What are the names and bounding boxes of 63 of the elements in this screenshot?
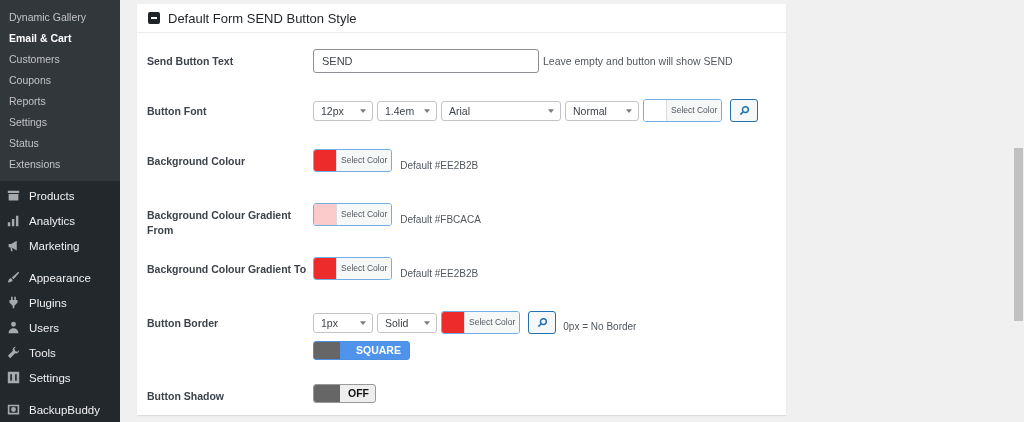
field-label: Send Button Text — [147, 54, 235, 69]
field-label: Button Font — [147, 104, 208, 119]
dropdown[interactable]: 1.4em — [377, 101, 437, 121]
submenu-item[interactable]: Settings — [0, 112, 120, 133]
dropdown[interactable]: 12px — [313, 101, 373, 121]
caret-icon — [424, 321, 430, 325]
color-picker[interactable]: Select Color — [313, 257, 393, 280]
dropdown[interactable]: 1px — [313, 313, 373, 333]
color-picker[interactable]: Select Color — [441, 311, 521, 334]
color-picker[interactable]: Select Color — [643, 99, 723, 122]
submenu-item[interactable]: Email & Cart — [0, 28, 120, 49]
default-note: Default #EE2B2B — [400, 160, 479, 171]
search-button[interactable] — [528, 311, 557, 334]
submenu-item[interactable]: Reports — [0, 91, 120, 112]
menu-item[interactable]: Settings — [29, 371, 71, 384]
field-hint: 0px = No Border — [563, 320, 637, 334]
field-hint: Leave empty and button will show SEND — [543, 54, 733, 69]
caret-icon — [360, 321, 366, 325]
bars-icon — [7, 214, 20, 227]
color-picker[interactable]: Select Color — [313, 203, 393, 226]
menu-item[interactable]: Products — [29, 189, 75, 202]
collapse-icon[interactable] — [148, 12, 160, 24]
submenu-item[interactable]: Customers — [0, 49, 120, 70]
sliders-icon — [7, 371, 20, 384]
dropdown[interactable]: Arial — [441, 101, 561, 121]
submenu-item[interactable]: Extensions — [0, 154, 120, 175]
user-icon — [7, 321, 20, 334]
search-button[interactable] — [730, 99, 759, 122]
default-note: Default #EE2B2B — [400, 268, 479, 279]
caret-icon — [626, 109, 632, 113]
dropdown[interactable]: Solid — [377, 313, 437, 333]
box-icon — [7, 189, 20, 202]
field-label: Button Shadow — [147, 389, 225, 404]
menu-item[interactable]: Plugins — [29, 296, 67, 309]
panel-title: Default Form SEND Button Style — [168, 10, 357, 26]
megaphone-icon — [7, 239, 20, 252]
menu-item[interactable]: Marketing — [29, 239, 80, 252]
wrench-icon — [7, 346, 20, 359]
submenu-item[interactable]: Status — [0, 133, 120, 154]
text-field[interactable]: SEND — [313, 49, 539, 73]
search-icon — [738, 105, 750, 116]
plug-icon — [7, 296, 20, 309]
toggle-switch[interactable]: OFF — [313, 384, 376, 403]
field-label: Background Colour Gradient To — [147, 262, 308, 277]
brush-icon — [7, 271, 20, 284]
caret-icon — [424, 109, 430, 113]
color-picker[interactable]: Select Color — [313, 149, 393, 172]
caret-icon — [360, 109, 366, 113]
field-label: Background Colour Gradient From — [147, 208, 293, 238]
menu-item[interactable]: Analytics — [29, 214, 76, 227]
field-label: Button Border — [147, 316, 220, 331]
dropdown[interactable]: Normal — [565, 101, 639, 121]
default-note: Default #FBCACA — [400, 214, 481, 225]
submenu-item[interactable]: Coupons — [0, 70, 120, 91]
caret-icon — [548, 109, 554, 113]
search-icon — [536, 317, 548, 328]
field-label: Background Colour — [147, 154, 246, 169]
menu-item[interactable]: Tools — [29, 346, 56, 359]
menu-item[interactable]: Appearance — [29, 271, 92, 284]
scrollbar-thumb[interactable] — [1014, 148, 1023, 321]
menu-item[interactable]: Users — [29, 321, 60, 334]
submenu-item[interactable]: Dynamic Gallery — [0, 7, 120, 28]
menu-item[interactable]: BackupBuddy — [29, 403, 100, 416]
